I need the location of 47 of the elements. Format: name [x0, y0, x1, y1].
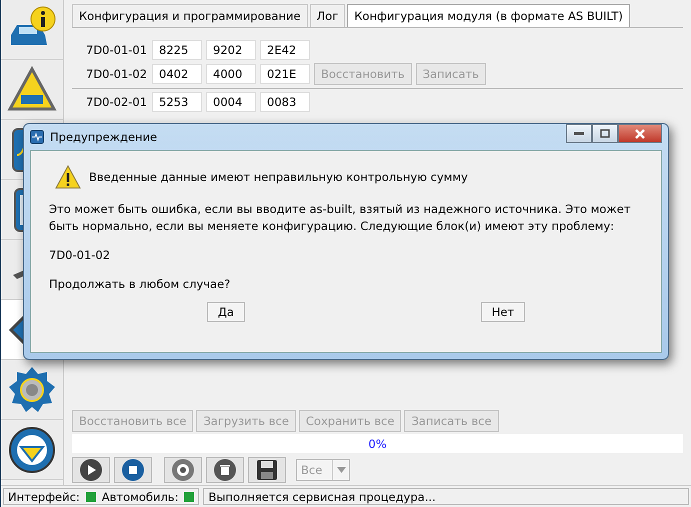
block-label: 7D0-02-01 [86, 95, 148, 109]
play-icon [79, 458, 103, 482]
value-field[interactable]: 0004 [206, 92, 256, 112]
maximize-button[interactable] [592, 124, 618, 143]
tab[interactable]: Конфигурация и программирование [72, 4, 308, 27]
dialog-button[interactable]: Да [206, 302, 245, 322]
value-field[interactable]: 8225 [152, 40, 202, 60]
dialog-button[interactable]: Нет [480, 302, 526, 322]
vehicle-label: Автомобиль: [102, 490, 178, 504]
close-icon [634, 128, 646, 138]
value-field[interactable]: 0083 [260, 92, 310, 112]
value-field[interactable]: 9202 [206, 40, 256, 60]
warning-icon [55, 165, 81, 189]
gear-icon [7, 364, 57, 414]
value-field[interactable]: 2E42 [260, 40, 310, 60]
block-label: 7D0-01-02 [86, 67, 148, 81]
stop-button[interactable] [114, 457, 152, 483]
steering-wheel-icon [7, 424, 57, 474]
interface-label: Интерфейс: [8, 490, 80, 504]
play-button[interactable] [72, 457, 110, 483]
stop-icon [121, 458, 145, 482]
app-icon [30, 130, 44, 144]
caret-icon [336, 467, 346, 473]
dialog-heading: Введенные данные имеют неправильную контрольную сумму [89, 170, 468, 184]
sidebar-item[interactable] [1, 420, 63, 480]
trash-icon [213, 458, 237, 482]
minimize-icon [574, 132, 584, 136]
tab[interactable]: Конфигурация модуля (в формате AS BUILT) [347, 4, 630, 27]
block-id: 7D0-01-02 [49, 247, 112, 264]
value-field[interactable]: 021E [260, 64, 310, 84]
status-message: Выполняется сервисная процедура... [203, 488, 689, 505]
help-button[interactable] [164, 457, 202, 483]
tab[interactable]: Лог [310, 4, 346, 27]
dialog-title: Предупреждение [50, 130, 158, 144]
save-button[interactable] [248, 457, 286, 483]
minimize-button[interactable] [566, 124, 592, 143]
lifebuoy-icon [171, 458, 195, 482]
delete-button[interactable] [206, 457, 244, 483]
block-label: 7D0-01-01 [86, 43, 148, 57]
value-field[interactable]: 0402 [152, 64, 202, 84]
value-field[interactable]: 5253 [152, 92, 202, 112]
progress-reading: 0% [368, 436, 387, 450]
maximize-icon [600, 129, 610, 138]
close-button[interactable] [618, 124, 662, 143]
dialog-message: Это может быть ошибка, если вы вводите as-built, взятый из надежного источника. Это может быть нормально, если вы меняете конфигурацию. Следующие блок(и) имеют эту проблему: [49, 201, 632, 235]
value-field[interactable]: 4000 [206, 64, 256, 84]
dialog-question: Продолжать в любом случае? [49, 276, 232, 293]
